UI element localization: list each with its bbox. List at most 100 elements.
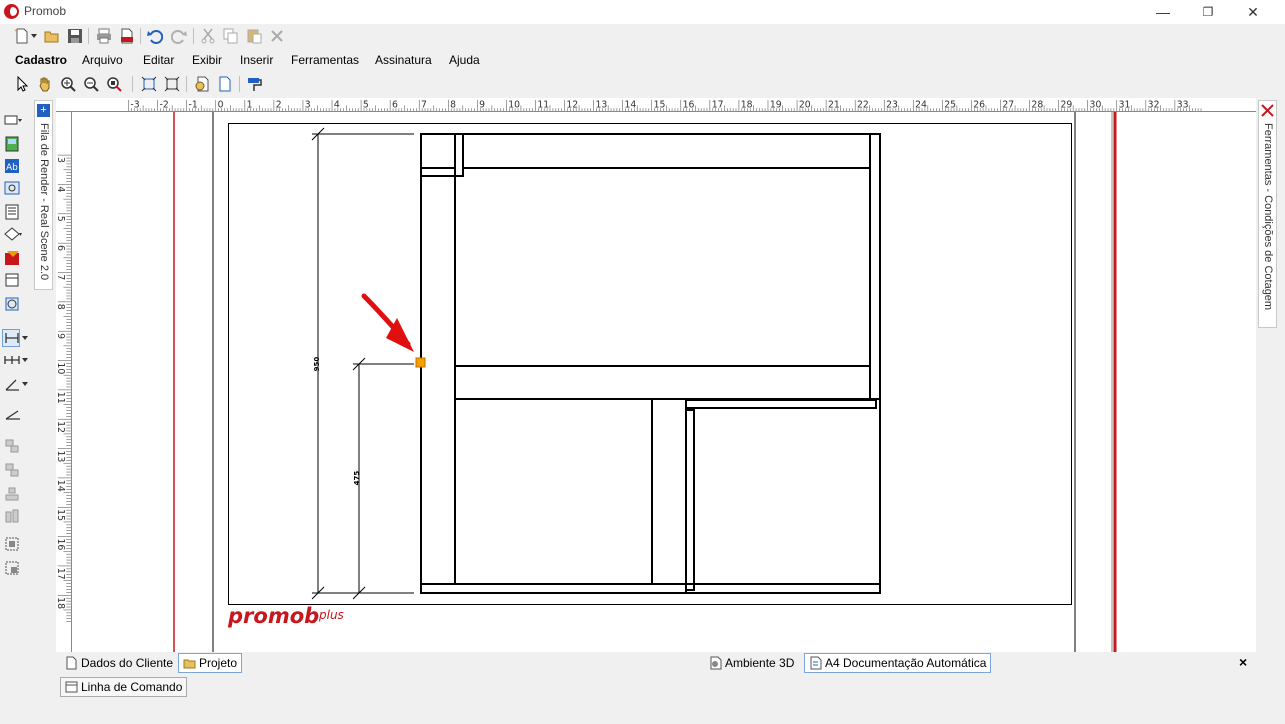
measure-view-icon[interactable] [4, 296, 22, 312]
frame-all-icon[interactable] [164, 76, 180, 92]
ruler-h-label: 13 [595, 99, 607, 110]
render-icon[interactable] [4, 250, 22, 266]
horizontal-ruler: -3 -2 -1 0 1 2 3 4 5 6 7 8 9 10 11 12 13 14 15 16 17 18 19 20 21… [56, 98, 1256, 112]
menu-exibir[interactable]: Exibir [192, 48, 222, 72]
ruler-h-label: 12 [566, 99, 578, 110]
align-left-icon[interactable] [4, 438, 22, 454]
angle-dimension-icon[interactable] [4, 376, 22, 392]
annotation-arrow [361, 293, 414, 352]
paint-roller-icon[interactable] [246, 76, 262, 92]
cabinet-icon[interactable] [4, 272, 22, 288]
list-icon[interactable] [4, 204, 22, 220]
tab-projeto[interactable]: Projeto [178, 653, 243, 673]
open-folder-icon[interactable] [44, 28, 60, 44]
redo-icon[interactable] [171, 28, 187, 44]
menu-arquivo[interactable]: Arquivo [82, 48, 123, 72]
frame-select-icon[interactable] [141, 76, 157, 92]
zoom-extents-icon[interactable] [106, 76, 122, 92]
ruler-v-label: 18 [56, 597, 66, 609]
ruler-h-label: 16 [683, 99, 695, 110]
ruler-h-label: 22 [857, 99, 869, 110]
ruler-h-label: 8 [450, 99, 456, 110]
ruler-h-label: 10 [508, 99, 520, 110]
menu-assinatura[interactable]: Assinatura [375, 48, 432, 72]
restore-button[interactable]: ❐ [1193, 2, 1223, 22]
ruler-h-label: 21 [828, 99, 840, 110]
selection-grip-handle[interactable] [415, 357, 426, 368]
menu-editar[interactable]: Editar [143, 48, 174, 72]
ungroup-icon[interactable] [4, 560, 22, 576]
aligned-dimension-icon[interactable] [4, 406, 22, 422]
menu-inserir[interactable]: Inserir [240, 48, 273, 72]
group-icon[interactable] [4, 536, 22, 552]
ruler-v-label: 5 [56, 216, 66, 222]
minimize-button[interactable]: — [1148, 2, 1178, 22]
tab-a4-documentacao-label: A4 Documentação Automática [825, 656, 987, 670]
view-direction-icon[interactable] [4, 226, 22, 242]
tab-a4-documentacao[interactable]: A4 Documentação Automática [804, 653, 992, 673]
undo-icon[interactable] [147, 28, 163, 44]
close-tab-button[interactable]: × [1239, 654, 1247, 670]
zoom-out-icon[interactable] [83, 76, 99, 92]
ruler-v-label: 12 [56, 421, 66, 433]
select-cursor-icon[interactable] [14, 76, 30, 92]
text-tool-icon[interactable]: Ab [4, 158, 22, 174]
close-button[interactable]: ✕ [1238, 2, 1268, 22]
print-icon[interactable] [96, 28, 112, 44]
cut-icon[interactable] [200, 28, 216, 44]
command-line-tab[interactable]: Linha de Comando [60, 677, 188, 697]
ruler-h-label: 14 [625, 99, 637, 110]
zoom-window-icon[interactable] [60, 76, 76, 92]
ruler-v-label: 17 [56, 568, 66, 580]
continuous-dimension-icon[interactable] [4, 352, 22, 368]
render-queue-label: Fila de Render - Real Scene 2.0 [38, 123, 50, 281]
status-bar [0, 698, 1285, 724]
drawing-svg: 950 475 promob plus [173, 112, 1117, 652]
paste-icon[interactable] [246, 28, 262, 44]
document-icon [66, 656, 77, 670]
pdf-export-icon[interactable] [119, 28, 135, 44]
delete-icon[interactable] [269, 28, 285, 44]
save-icon[interactable] [67, 28, 83, 44]
tab-dados-do-cliente[interactable]: Dados do Cliente [60, 653, 178, 673]
ruler-h-label: 28 [1031, 99, 1043, 110]
ruler-v-label: 13 [56, 450, 66, 462]
ruler-h-label: 30 [1090, 99, 1102, 110]
view-3d-icon[interactable] [4, 180, 22, 196]
new-dropdown-icon[interactable] [31, 34, 37, 38]
rectangle-tool-icon[interactable] [4, 112, 22, 128]
page-settings-icon[interactable] [194, 76, 210, 92]
linear-dimension-icon[interactable] [4, 330, 22, 346]
menu-cadastro[interactable]: Cadastro [15, 48, 67, 72]
align-center-icon[interactable] [4, 486, 22, 502]
menu-ferramentas[interactable]: Ferramentas [291, 48, 359, 72]
drawing-canvas[interactable]: 950 475 promob plus [72, 112, 1256, 652]
promob-logo-plus: plus [318, 608, 344, 622]
furniture-elevation [420, 133, 881, 594]
dimension-conditions-panel-tab[interactable]: Ferramentas - Condições de Cotagem [1258, 100, 1277, 328]
ruler-v-label: 6 [56, 245, 66, 251]
ruler-h-label: 25 [944, 99, 956, 110]
align-right-icon[interactable] [4, 462, 22, 478]
continuous-dropdown-icon[interactable] [22, 358, 28, 362]
copy-icon[interactable] [223, 28, 239, 44]
tools-icon [1261, 104, 1274, 117]
3d-scene-icon [710, 656, 722, 670]
distribute-icon[interactable] [4, 508, 22, 524]
ruler-h-label: 3 [305, 99, 311, 110]
menu-ajuda[interactable]: Ajuda [449, 48, 480, 72]
render-queue-panel-tab[interactable]: + Fila de Render - Real Scene 2.0 [34, 100, 53, 290]
ruler-v-label: 8 [56, 304, 66, 310]
blank-page-icon[interactable] [217, 76, 233, 92]
ruler-v-label: 10 [56, 362, 66, 374]
new-file-icon[interactable] [14, 28, 30, 44]
ruler-h-label: 0 [218, 99, 224, 110]
insert-image-icon[interactable] [4, 136, 22, 152]
pin-icon[interactable]: + [37, 104, 50, 117]
pan-hand-icon[interactable] [37, 76, 53, 92]
dimension-dropdown-icon[interactable] [22, 336, 28, 340]
folder-icon [183, 659, 196, 669]
tab-ambiente-3d[interactable]: Ambiente 3D [704, 653, 799, 673]
angle-dropdown-icon[interactable] [22, 382, 28, 386]
ruler-h-label: 4 [334, 99, 340, 110]
